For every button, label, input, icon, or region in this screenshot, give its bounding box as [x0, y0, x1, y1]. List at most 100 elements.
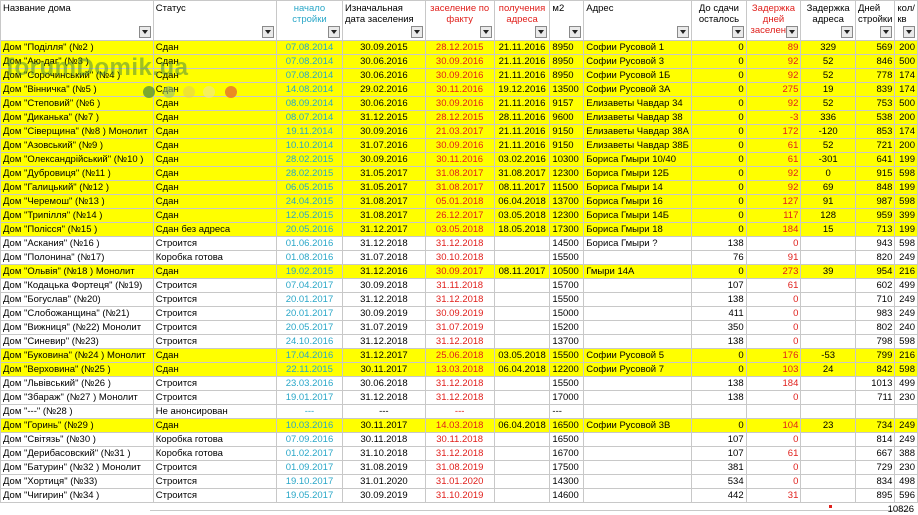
- cell-apts[interactable]: 598: [894, 236, 918, 251]
- filter-dropdown-icon[interactable]: [261, 26, 274, 38]
- cell-delay-days[interactable]: 0: [745, 320, 802, 335]
- cell-left[interactable]: 0: [691, 222, 747, 237]
- cell-addr-date[interactable]: [493, 474, 551, 489]
- cell-build-days[interactable]: 711: [854, 390, 896, 405]
- cell-status[interactable]: Строится: [152, 292, 277, 307]
- cell-status[interactable]: Сдан: [152, 110, 277, 125]
- table-row[interactable]: Дом "Черемош" (№13 ) Сдан 24.04.2015 31.08.…: [0, 194, 918, 209]
- table-row[interactable]: Дом "Азовський" (№9 ) Сдан 10.10.2014 31.07…: [0, 138, 918, 153]
- cell-start[interactable]: 22.11.2015: [275, 362, 344, 377]
- cell-left[interactable]: 138: [691, 376, 747, 391]
- cell-address[interactable]: [583, 334, 693, 349]
- header-name[interactable]: Название дома: [0, 0, 154, 41]
- cell-addr-date[interactable]: 21.11.2016: [493, 138, 551, 153]
- cell-area[interactable]: 15500: [549, 250, 585, 265]
- cell-delay-days[interactable]: 0: [745, 390, 802, 405]
- cell-status[interactable]: Сдан: [152, 362, 277, 377]
- cell-fact-date[interactable]: 31.12.2018: [424, 376, 495, 391]
- cell-area[interactable]: 17500: [549, 460, 585, 475]
- cell-orig-date[interactable]: 30.11.2017: [342, 362, 426, 377]
- table-row[interactable]: Дом "Світязь" (№30 ) Коробка готова 07.09.…: [0, 432, 918, 447]
- cell-build-days[interactable]: 641: [854, 152, 896, 167]
- cell-orig-date[interactable]: 30.09.2015: [342, 40, 426, 55]
- cell-address[interactable]: Бориса Гмыри 16: [583, 194, 693, 209]
- table-row[interactable]: Дом "Сіверщина" (№8 ) Монолит Сдан 19.11.2…: [0, 124, 918, 139]
- header-delay-addr[interactable]: Задержка адреса: [800, 0, 856, 41]
- filter-dropdown-icon[interactable]: [677, 26, 690, 38]
- table-row[interactable]: Дом "Синевир" (№23) Строится 24.10.2016 31.…: [0, 334, 918, 349]
- cell-status[interactable]: Строится: [152, 320, 277, 335]
- cell-apts[interactable]: 598: [894, 194, 918, 209]
- cell-addr-date[interactable]: [493, 292, 551, 307]
- cell-left[interactable]: 0: [691, 68, 747, 83]
- cell-fact-date[interactable]: 21.03.2017: [424, 124, 495, 139]
- cell-delay-days[interactable]: 92: [745, 96, 802, 111]
- cell-name[interactable]: Дом "Сорочинський" (№4 ): [0, 68, 154, 83]
- cell-name[interactable]: Дом "Горинь" (№29 ): [0, 418, 154, 433]
- cell-orig-date[interactable]: 31.07.2019: [342, 320, 426, 335]
- cell-apts[interactable]: 174: [894, 82, 918, 97]
- cell-start[interactable]: 20.05.2017: [275, 320, 344, 335]
- cell-area[interactable]: 14300: [549, 474, 585, 489]
- cell-apts[interactable]: 216: [894, 348, 918, 363]
- cell-delay-days[interactable]: 103: [745, 362, 802, 377]
- cell-area[interactable]: 8950: [549, 68, 585, 83]
- cell-orig-date[interactable]: 31.05.2017: [342, 166, 426, 181]
- cell-name[interactable]: Дом "Верховина" (№25 ): [0, 362, 154, 377]
- cell-delay-addr[interactable]: -53: [800, 348, 856, 363]
- cell-area[interactable]: 13700: [549, 334, 585, 349]
- header-area[interactable]: м2: [549, 0, 585, 41]
- cell-address[interactable]: Елизаветы Чавдар 34: [583, 96, 693, 111]
- cell-address[interactable]: Софии Русовой 3А: [583, 82, 693, 97]
- cell-addr-date[interactable]: 21.11.2016: [493, 96, 551, 111]
- cell-left[interactable]: 0: [691, 110, 747, 125]
- cell-area[interactable]: ---: [549, 404, 585, 419]
- cell-apts[interactable]: 200: [894, 40, 918, 55]
- cell-name[interactable]: Дом "Азовський" (№9 ): [0, 138, 154, 153]
- cell-build-days[interactable]: 710: [854, 292, 896, 307]
- cell-fact-date[interactable]: 30.09.2016: [424, 54, 495, 69]
- cell-start[interactable]: 19.11.2014: [275, 124, 344, 139]
- cell-area[interactable]: 15500: [549, 348, 585, 363]
- cell-start[interactable]: 20.01.2017: [275, 306, 344, 321]
- cell-left[interactable]: 0: [691, 82, 747, 97]
- cell-status[interactable]: Сдан: [152, 418, 277, 433]
- cell-left[interactable]: 0: [691, 152, 747, 167]
- cell-left[interactable]: 0: [691, 418, 747, 433]
- cell-left[interactable]: 0: [691, 208, 747, 223]
- cell-area[interactable]: 17300: [549, 222, 585, 237]
- cell-delay-addr[interactable]: [800, 432, 856, 447]
- cell-left[interactable]: 0: [691, 362, 747, 377]
- cell-orig-date[interactable]: 31.08.2017: [342, 194, 426, 209]
- cell-delay-days[interactable]: 275: [745, 82, 802, 97]
- cell-orig-date[interactable]: 31.12.2015: [342, 110, 426, 125]
- cell-name[interactable]: Дом "Вінничка" (№5 ): [0, 82, 154, 97]
- cell-build-days[interactable]: 839: [854, 82, 896, 97]
- cell-orig-date[interactable]: 30.11.2017: [342, 418, 426, 433]
- table-row[interactable]: Дом "Полісся" (№15 ) Сдан без адреса 20.05…: [0, 222, 918, 237]
- cell-fact-date[interactable]: 31.01.2020: [424, 474, 495, 489]
- cell-left[interactable]: 138: [691, 292, 747, 307]
- cell-fact-date[interactable]: ---: [424, 404, 495, 419]
- cell-addr-date[interactable]: 06.04.2018: [493, 418, 551, 433]
- cell-fact-date[interactable]: 31.12.2018: [424, 292, 495, 307]
- cell-address[interactable]: Елизаветы Чавдар 38А: [583, 124, 693, 139]
- cell-fact-date[interactable]: 25.06.2018: [424, 348, 495, 363]
- cell-area[interactable]: 15500: [549, 292, 585, 307]
- cell-orig-date[interactable]: 30.09.2019: [342, 488, 426, 503]
- table-row[interactable]: Дом "Хортиця" (№33) Строится 19.10.2017 31.…: [0, 474, 918, 489]
- cell-apts[interactable]: 399: [894, 208, 918, 223]
- cell-fact-date[interactable]: 30.11.2016: [424, 152, 495, 167]
- cell-addr-date[interactable]: 21.11.2016: [493, 40, 551, 55]
- cell-status[interactable]: Строится: [152, 376, 277, 391]
- cell-address[interactable]: Софии Русовой 1Б: [583, 68, 693, 83]
- cell-fact-date[interactable]: 28.12.2015: [424, 110, 495, 125]
- header-status[interactable]: Статус: [152, 0, 277, 41]
- table-row[interactable]: Дом "Буковина" (№24 ) Монолит Сдан 17.04.2…: [0, 348, 918, 363]
- cell-name[interactable]: Дом "Богуслав" (№20): [0, 292, 154, 307]
- cell-fact-date[interactable]: 30.09.2019: [424, 306, 495, 321]
- cell-left[interactable]: 0: [691, 166, 747, 181]
- table-row[interactable]: Дом "Дерибасовский" (№31 ) Коробка готова…: [0, 446, 918, 461]
- cell-orig-date[interactable]: 30.09.2019: [342, 306, 426, 321]
- cell-status[interactable]: Сдан: [152, 208, 277, 223]
